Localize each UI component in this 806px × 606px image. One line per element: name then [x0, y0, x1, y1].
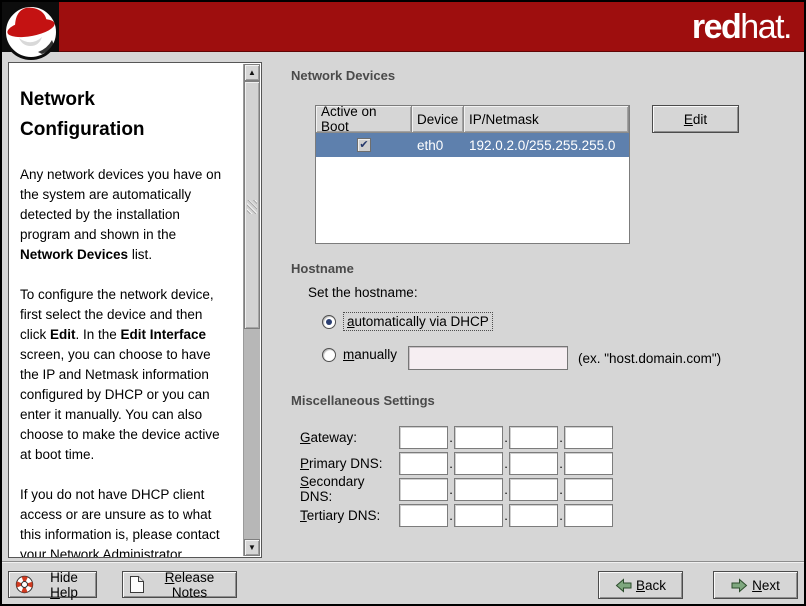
wordmark-red: red: [692, 8, 740, 46]
help-text: Network Configuration Any network device…: [20, 63, 232, 557]
tertiary-dns-octet-2[interactable]: [454, 504, 503, 527]
life-ring-icon: [15, 575, 34, 594]
column-header-ip-netmask: IP/Netmask: [464, 106, 629, 133]
secondary-dns-octet-2[interactable]: [454, 478, 503, 501]
hostname-auto-option[interactable]: automatically via DHCP: [322, 312, 493, 331]
secondary-dns-octet-1[interactable]: [399, 478, 448, 501]
checkmark-icon: ✔: [359, 139, 368, 151]
primary-dns-octet-2[interactable]: [454, 452, 503, 475]
gateway-octet-2[interactable]: [454, 426, 503, 449]
gateway-label: Gateway:: [300, 430, 399, 445]
primary-dns-row: Primary DNS: . . .: [300, 451, 613, 475]
hostname-section-label: Hostname: [291, 261, 354, 276]
scroll-up-button[interactable]: ▲: [244, 64, 260, 81]
scrollbar-grip: [247, 200, 257, 214]
gateway-octet-3[interactable]: [509, 426, 558, 449]
wordmark-hat: hat: [740, 8, 783, 46]
primary-dns-octet-3[interactable]: [509, 452, 558, 475]
secondary-dns-row: Secondary DNS: . . .: [300, 477, 613, 501]
ip-netmask-cell: 192.0.2.0/255.255.255.0: [464, 138, 629, 153]
table-header-row: Active on Boot Device IP/Netmask: [316, 106, 629, 133]
scrollbar-trough[interactable]: [244, 329, 260, 539]
scrollbar-thumb[interactable]: [244, 81, 260, 329]
active-on-boot-checkbox[interactable]: ✔: [357, 138, 371, 152]
help-paragraph-3: If you do not have DHCP client access or…: [20, 485, 232, 557]
redhat-wordmark: redhat.: [692, 6, 791, 48]
primary-dns-label: Primary DNS:: [300, 456, 399, 471]
manual-label[interactable]: manually: [343, 347, 397, 362]
set-hostname-prompt: Set the hostname:: [308, 285, 418, 300]
installer-window: redhat. Network Configuration Any networ…: [0, 0, 806, 606]
release-notes-button[interactable]: Release Notes: [122, 571, 237, 598]
column-header-device: Device: [412, 106, 464, 133]
edit-button[interactable]: Edit: [652, 105, 739, 133]
auto-dhcp-radio[interactable]: [322, 315, 336, 329]
back-button[interactable]: Back: [598, 571, 683, 599]
hostname-example-hint: (ex. "host.domain.com"): [578, 351, 721, 366]
help-paragraph-2: To configure the network device, first s…: [20, 285, 232, 465]
hostname-input[interactable]: [408, 346, 568, 370]
next-arrow-icon: [731, 578, 748, 593]
primary-dns-octet-4[interactable]: [564, 452, 613, 475]
secondary-dns-octet-4[interactable]: [564, 478, 613, 501]
column-header-active-on-boot: Active on Boot: [316, 106, 412, 133]
redhat-shadowman-logo-icon: [2, 2, 62, 62]
tertiary-dns-row: Tertiary DNS: . . .: [300, 503, 613, 527]
manual-radio[interactable]: [322, 348, 336, 362]
table-row[interactable]: ✔ eth0 192.0.2.0/255.255.255.0: [316, 133, 629, 157]
next-button[interactable]: Next: [713, 571, 798, 599]
hide-help-button[interactable]: Hide Help: [8, 571, 97, 598]
gateway-octet-4[interactable]: [564, 426, 613, 449]
tertiary-dns-octet-1[interactable]: [399, 504, 448, 527]
help-paragraph-1: Any network devices you have on the syst…: [20, 165, 232, 265]
hostname-manual-option[interactable]: manually: [322, 347, 397, 362]
auto-dhcp-label[interactable]: automatically via DHCP: [343, 312, 493, 331]
tertiary-dns-label: Tertiary DNS:: [300, 508, 399, 523]
gateway-row: Gateway: . . .: [300, 425, 613, 449]
back-arrow-icon: [615, 578, 632, 593]
scroll-up-icon: ▲: [248, 68, 256, 77]
secondary-dns-octet-3[interactable]: [509, 478, 558, 501]
device-cell: eth0: [412, 138, 464, 153]
help-panel: Network Configuration Any network device…: [8, 62, 262, 558]
secondary-dns-label: Secondary DNS:: [300, 474, 399, 504]
brand-header-bar: redhat.: [2, 2, 804, 52]
help-scrollbar[interactable]: ▲ ▼: [243, 64, 260, 556]
wordmark-dot: .: [783, 8, 791, 46]
tertiary-dns-octet-3[interactable]: [509, 504, 558, 527]
gateway-octet-1[interactable]: [399, 426, 448, 449]
footer-bar: Hide Help Release Notes Back: [2, 561, 804, 604]
document-icon: [129, 575, 145, 594]
network-devices-section-label: Network Devices: [291, 68, 395, 83]
tertiary-dns-octet-4[interactable]: [564, 504, 613, 527]
help-title: Network Configuration: [20, 85, 180, 145]
misc-settings-section-label: Miscellaneous Settings: [291, 393, 435, 408]
scroll-down-button[interactable]: ▼: [244, 539, 260, 556]
scroll-down-icon: ▼: [248, 543, 256, 552]
network-devices-table: Active on Boot Device IP/Netmask ✔ eth0 …: [315, 105, 630, 244]
primary-dns-octet-1[interactable]: [399, 452, 448, 475]
